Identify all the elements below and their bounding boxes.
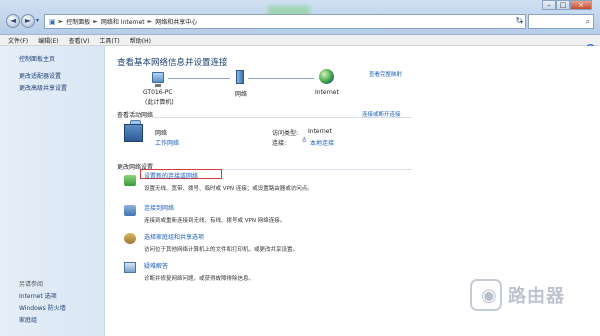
title-bar: – □ × ◄ ► ▾ ▣ ► 控制面板 ► 网络和 Internet ► 网络…	[0, 0, 600, 35]
access-type-label: 访问类型:	[272, 130, 299, 137]
task-desc: 访问位于其他网络计算机上的文件和打印机，或更改共享设置。	[144, 247, 299, 253]
sidebar-internet-options[interactable]: Internet 选项	[19, 291, 57, 300]
active-networks-heading: 查看活动网络	[117, 112, 154, 119]
close-button[interactable]: ×	[570, 0, 592, 10]
task-new-connection[interactable]: 设置新的连接或网络 设置无线、宽带、拨号、临时或 VPN 连接；或设置路由器或访…	[144, 171, 313, 192]
task-troubleshoot[interactable]: 疑难解答 诊断并修复网络问题，或获得故障排除信息。	[144, 261, 254, 282]
view-full-map-link[interactable]: 查看完整映射	[369, 70, 402, 78]
forward-button[interactable]: ►	[21, 14, 35, 28]
sidebar-see-also-heading: 另请参阅	[19, 281, 44, 288]
sidebar-homegroup[interactable]: 家庭组	[19, 315, 37, 324]
task-desc: 设置无线、宽带、拨号、临时或 VPN 连接；或设置路由器或访问点。	[144, 186, 313, 192]
menu-help[interactable]: 帮助(H)	[130, 36, 151, 45]
menu-view[interactable]: 查看(V)	[69, 36, 90, 45]
maximize-button[interactable]: □	[556, 0, 570, 10]
back-arrow-icon: ◄	[9, 16, 17, 25]
minimize-button[interactable]: –	[542, 0, 556, 10]
menu-tools[interactable]: 工具(T)	[99, 36, 119, 45]
sidebar-change-adapter-settings[interactable]: 更改适配器设置	[19, 71, 61, 80]
router-logo-icon: ◉	[470, 279, 502, 311]
sidebar-change-advanced-sharing[interactable]: 更改高级共享设置	[19, 83, 67, 92]
internet-globe-icon	[319, 69, 334, 84]
search-icon: ⌕	[585, 17, 590, 26]
connect-to-network-icon	[124, 205, 136, 216]
back-button[interactable]: ◄	[6, 14, 20, 28]
access-type-value: Internet	[308, 128, 332, 135]
task-title[interactable]: 设置新的连接或网络	[144, 171, 313, 180]
menu-edit[interactable]: 编辑(E)	[38, 36, 58, 45]
search-input[interactable]: ⌕	[528, 14, 594, 29]
map-network-label: 网络	[235, 91, 248, 98]
watermark-text: 路由器	[508, 286, 565, 307]
new-connection-icon	[124, 175, 136, 186]
connection-status-icon: ♁	[302, 137, 307, 144]
network-icon	[236, 70, 244, 84]
network-type-link[interactable]: 工作网络	[155, 138, 179, 147]
map-computer-name: GT016-PC	[143, 89, 173, 96]
watermark: ◉ 路由器	[470, 272, 594, 318]
task-desc: 连接到或重新连接到无线、有线、拨号或 VPN 网络连接。	[144, 218, 286, 224]
computer-icon	[152, 72, 164, 83]
map-line-pc-network	[168, 78, 230, 79]
connections-label: 连接:	[272, 140, 287, 147]
network-folder-icon: ▣	[49, 17, 56, 26]
map-internet-label: Internet	[315, 89, 339, 96]
sidebar: 控制面板主页 更改适配器设置 更改高级共享设置 另请参阅 Internet 选项…	[0, 46, 105, 336]
task-connect-to-network[interactable]: 连接到网络 连接到或重新连接到无线、有线、拨号或 VPN 网络连接。	[144, 203, 285, 224]
troubleshoot-icon	[124, 262, 136, 273]
task-title[interactable]: 选择家庭组和共享选项	[144, 232, 298, 241]
sidebar-windows-firewall[interactable]: Windows 防火墙	[19, 303, 66, 312]
breadcrumb-control-panel[interactable]: 控制面板	[66, 17, 90, 26]
active-network-name: 网络	[155, 130, 168, 137]
address-bar[interactable]: ▣ ► 控制面板 ► 网络和 Internet ► 网络和共享中心 ▾	[44, 14, 526, 29]
sidebar-control-panel-home[interactable]: 控制面板主页	[19, 54, 55, 63]
task-title[interactable]: 连接到网络	[144, 203, 285, 212]
map-line-network-internet	[248, 78, 314, 79]
connect-disconnect-link[interactable]: 连接或断开连接	[362, 110, 401, 118]
task-title[interactable]: 疑难解答	[144, 261, 254, 270]
local-connection-link[interactable]: 本地连接	[310, 138, 334, 147]
map-computer-sub: (此计算机)	[145, 99, 174, 106]
task-homegroup-sharing[interactable]: 选择家庭组和共享选项 访问位于其他网络计算机上的文件和打印机，或更改共享设置。	[144, 232, 298, 253]
page-title: 查看基本网络信息并设置连接	[117, 58, 228, 68]
breadcrumb-network-sharing-center[interactable]: 网络和共享中心	[155, 17, 197, 26]
refresh-icon[interactable]: ↻	[512, 14, 526, 29]
task-desc: 诊断并修复网络问题，或获得故障排除信息。	[144, 276, 255, 282]
breadcrumb-network-internet[interactable]: 网络和 Internet	[101, 17, 145, 26]
menu-bar: 文件(F) 编辑(E) 查看(V) 工具(T) 帮助(H)	[0, 35, 600, 46]
homegroup-icon	[124, 233, 136, 244]
menu-file[interactable]: 文件(F)	[8, 36, 28, 45]
history-dropdown-icon[interactable]: ▾	[36, 17, 39, 24]
work-network-icon	[124, 124, 143, 142]
forward-arrow-icon: ►	[24, 16, 32, 25]
